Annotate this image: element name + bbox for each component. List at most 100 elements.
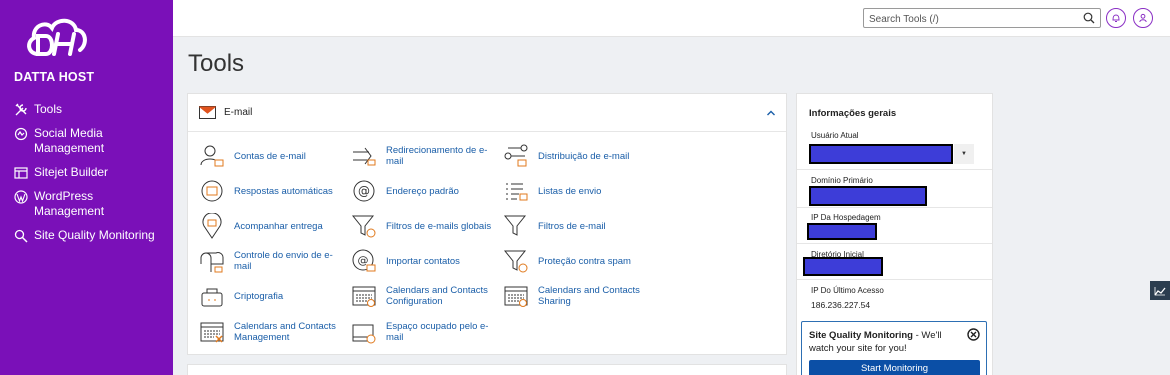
- tool-label: Endereço padrão: [386, 185, 459, 197]
- brand-name: DATTA HOST: [14, 70, 95, 84]
- tool-label: Listas de envio: [538, 185, 602, 197]
- tool-email-deliverability[interactable]: Controle do envio de e-mail: [199, 245, 349, 277]
- primary-domain-redacted: [809, 186, 927, 206]
- tool-encryption[interactable]: Criptografia: [199, 280, 349, 312]
- import-contacts-icon: @: [352, 249, 376, 272]
- chart-icon: [1154, 286, 1166, 295]
- start-monitoring-button[interactable]: Start Monitoring: [809, 360, 980, 375]
- social-icon: [14, 127, 28, 141]
- sidebar-item-label: Tools: [34, 102, 63, 116]
- user-icon: [1139, 13, 1147, 23]
- sidebar-item-sitejet[interactable]: Sitejet Builder: [0, 165, 173, 180]
- shared-ip-redacted: [807, 223, 877, 240]
- current-user-redacted[interactable]: [809, 144, 953, 164]
- tool-label: Espaço ocupado pelo e-mail: [386, 321, 489, 343]
- spam-protection-icon: [503, 250, 528, 273]
- tool-default-address[interactable]: @ Endereço padrão: [351, 175, 501, 207]
- tool-label: Acompanhar entrega: [234, 220, 323, 232]
- search-icon[interactable]: [1083, 12, 1095, 24]
- default-address-icon: @: [353, 180, 375, 202]
- close-icon[interactable]: [967, 328, 980, 341]
- track-delivery-icon: [202, 213, 222, 239]
- primary-domain-label: Domínio Primário: [811, 176, 873, 185]
- calendar-sharing-icon: [504, 286, 528, 307]
- tool-label: Calendars and Contacts Configuration: [386, 285, 488, 307]
- divider: [797, 279, 992, 280]
- calendar-config-icon: [352, 286, 376, 307]
- wordpress-icon: [14, 190, 28, 204]
- tool-calendar-config[interactable]: Calendars and Contacts Configuration: [351, 280, 501, 312]
- tool-disk-usage[interactable]: Espaço ocupado pelo e-mail: [351, 316, 501, 348]
- email-filters-icon: [503, 215, 527, 236]
- calendar-management-icon: [200, 322, 224, 343]
- email-accounts-icon: [200, 145, 224, 167]
- sidebar-nav: Tools Social Media Management Sitejet Bu…: [0, 102, 173, 252]
- brand-logo[interactable]: DATTA HOST: [12, 14, 112, 86]
- tool-label: Distribuição de e-mail: [538, 150, 630, 162]
- tool-label: Filtros de e-mails globais: [386, 220, 492, 232]
- top-bar: [173, 0, 1170, 37]
- current-user-label: Usuário Atual: [811, 131, 859, 140]
- envelope-icon: [199, 106, 216, 119]
- tools-icon: [14, 103, 28, 117]
- chevron-down-icon[interactable]: ▼: [954, 144, 974, 164]
- sqm-text: Site Quality Monitoring - We'll watch yo…: [809, 329, 964, 355]
- tool-label: Criptografia: [234, 290, 284, 302]
- sidebar-item-label: Sitejet Builder: [34, 165, 109, 179]
- divider: [797, 243, 992, 244]
- tool-label: Filtros de e-mail: [538, 220, 606, 232]
- user-menu-button[interactable]: [1133, 8, 1153, 28]
- tool-forwarders[interactable]: Redirecionamento de e-mail: [351, 140, 501, 172]
- tool-spam-protection[interactable]: Proteção contra spam: [503, 245, 653, 277]
- general-info-title: Informações gerais: [809, 108, 897, 119]
- tool-calendar-sharing[interactable]: Calendars and Contacts Sharing: [503, 280, 653, 312]
- page-title: Tools: [188, 50, 245, 77]
- mailing-lists-icon: [506, 183, 528, 201]
- tool-global-filters[interactable]: Filtros de e-mails globais: [351, 210, 501, 242]
- search-input[interactable]: [864, 10, 1074, 29]
- analytics-tab[interactable]: [1150, 281, 1170, 300]
- email-deliverability-icon: [200, 252, 224, 273]
- sitejet-icon: [14, 166, 28, 180]
- email-panel: E-mail Contas de e-mail Redirecionamento…: [187, 93, 787, 355]
- tool-email-accounts[interactable]: Contas de e-mail: [199, 140, 349, 172]
- tool-mailing-lists[interactable]: Listas de envio: [503, 175, 653, 207]
- notifications-button[interactable]: [1106, 8, 1126, 28]
- sidebar-item-label: Social Media Management: [34, 126, 105, 155]
- tool-label: Calendars and Contacts Management: [234, 321, 336, 343]
- sidebar-item-tools[interactable]: Tools: [0, 102, 173, 117]
- tool-email-filters[interactable]: Filtros de e-mail: [503, 210, 653, 242]
- tool-label: Contas de e-mail: [234, 150, 306, 162]
- tool-calendar-management[interactable]: Calendars and Contacts Management: [199, 316, 349, 348]
- divider: [797, 169, 992, 170]
- chevron-up-icon[interactable]: [766, 108, 776, 118]
- email-panel-title: E-mail: [224, 107, 253, 118]
- sidebar-item-label: WordPress Management: [34, 189, 105, 218]
- sidebar-item-site-quality[interactable]: Site Quality Monitoring: [0, 228, 173, 243]
- sidebar-item-wordpress[interactable]: WordPress Management: [0, 189, 173, 219]
- tool-label: Proteção contra spam: [538, 255, 631, 267]
- sidebar-item-label: Site Quality Monitoring: [34, 228, 155, 242]
- last-login-ip-value: 186.236.227.54: [811, 300, 871, 310]
- next-panel: [187, 364, 787, 375]
- tool-label: Calendars and Contacts Sharing: [538, 285, 640, 307]
- site-quality-monitoring-card: Site Quality Monitoring - We'll watch yo…: [801, 321, 987, 375]
- logo-cloud-icon: [27, 18, 87, 56]
- home-dir-redacted: [803, 257, 883, 276]
- svg-text:@: @: [358, 184, 370, 198]
- shared-ip-label: IP Da Hospedagem: [811, 213, 881, 222]
- email-panel-header[interactable]: E-mail: [188, 94, 786, 132]
- tool-track-delivery[interactable]: Acompanhar entrega: [199, 210, 349, 242]
- tool-email-routing[interactable]: Distribuição de e-mail: [503, 140, 653, 172]
- divider: [797, 207, 992, 208]
- sidebar-item-social-media[interactable]: Social Media Management: [0, 126, 173, 156]
- tool-label: Redirecionamento de e-mail: [386, 145, 488, 167]
- sqm-title: Site Quality Monitoring: [809, 330, 913, 341]
- last-login-ip-label: IP Do Último Acesso: [811, 286, 884, 295]
- bell-icon: [1112, 14, 1120, 22]
- tool-import-contacts[interactable]: @ Importar contatos: [351, 245, 501, 277]
- encryption-icon: [201, 288, 223, 307]
- forwarders-icon: [353, 147, 376, 166]
- tool-autoresponders[interactable]: Respostas automáticas: [199, 175, 349, 207]
- email-routing-icon: [504, 144, 528, 167]
